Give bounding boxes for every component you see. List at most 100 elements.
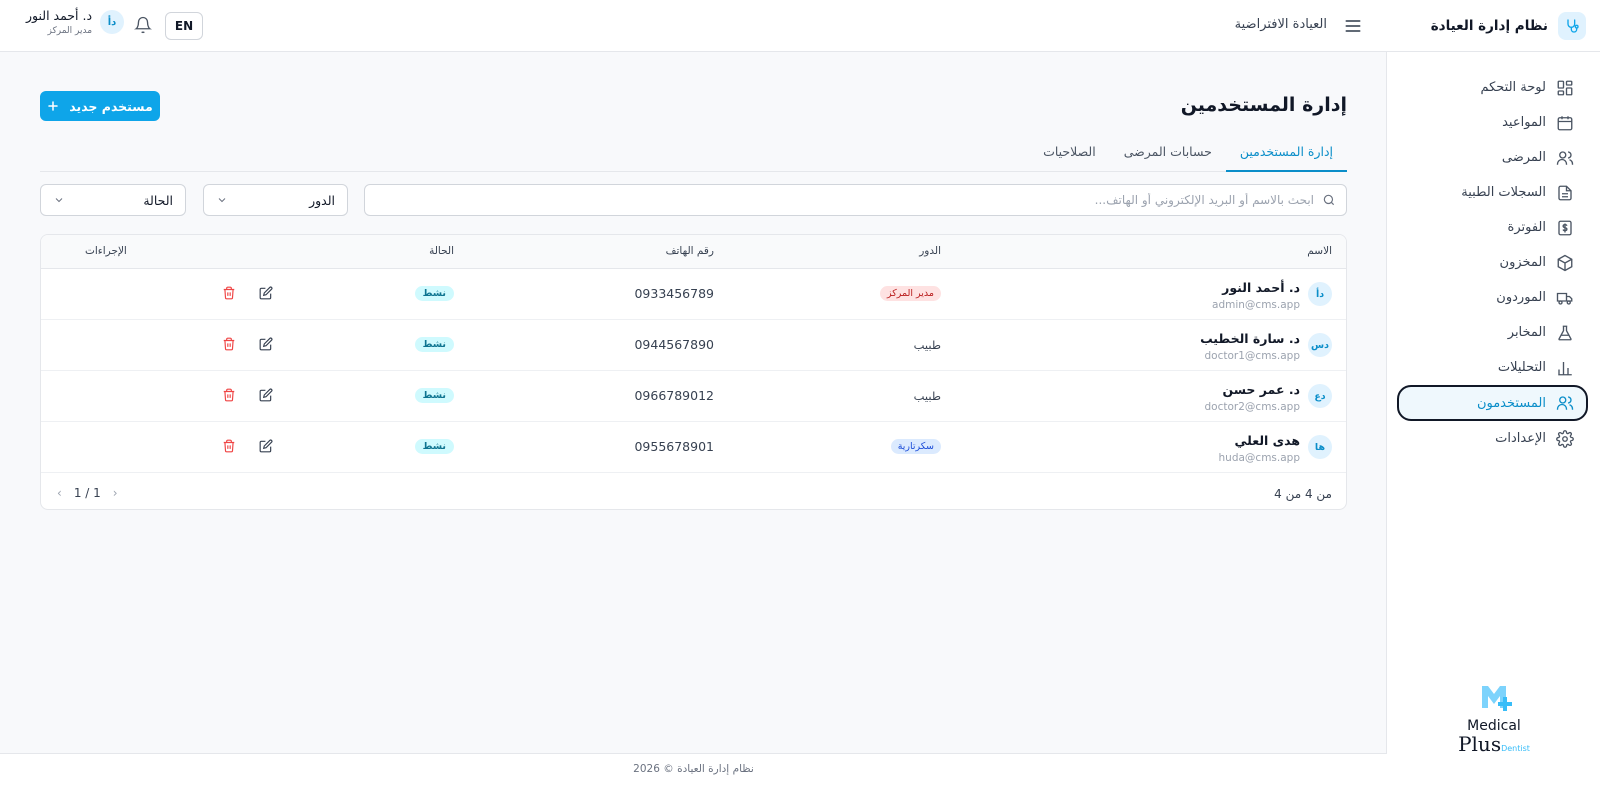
tab-patient-accounts[interactable]: حسابات المرضى: [1110, 132, 1226, 172]
dollar-icon: [1556, 219, 1574, 237]
stethoscope-icon: [1558, 11, 1586, 40]
status-badge: نشط: [414, 337, 454, 352]
topbar: العيادة الافتراضية EN دأ د. أحمد النور م…: [0, 0, 1387, 52]
sidebar-item-label: لوحة التحكم: [1480, 80, 1546, 95]
sidebar-item-suppliers[interactable]: الموردون: [1397, 280, 1588, 315]
sidebar-item-label: المخزون: [1499, 255, 1546, 270]
user-email: admin@cms.app: [1212, 299, 1300, 311]
new-user-label: مستخدم جديد: [69, 98, 153, 114]
edit-icon[interactable]: [259, 439, 273, 453]
user-name: د. أحمد النور: [26, 8, 93, 23]
menu-icon[interactable]: [1343, 16, 1363, 36]
user-name: د. سارة الخطيب: [1200, 331, 1300, 346]
table-row: ها هدى العلي huda@cms.app سكرتارية 09556…: [41, 422, 1346, 473]
trash-icon[interactable]: [222, 439, 236, 453]
role-text: طبيب: [913, 389, 941, 403]
user-menu[interactable]: دأ د. أحمد النور مدير المركز: [26, 8, 125, 36]
truck-icon: [1556, 289, 1574, 307]
sidebar-item-patients[interactable]: المرضى: [1397, 140, 1588, 175]
avatar: ها: [1308, 435, 1332, 459]
sidebar-item-label: الموردون: [1496, 290, 1546, 305]
file-icon: [1556, 184, 1574, 202]
status-badge: نشط: [414, 388, 454, 403]
page-indicator: 1 / 1: [73, 486, 101, 500]
column-actions: الإجراءات: [85, 245, 127, 257]
pagination: ‹ 1 / 1 ›: [57, 486, 118, 500]
medical-plus-logo: Medical PlusDentist: [1454, 678, 1534, 755]
user-email: doctor2@cms.app: [1204, 401, 1300, 413]
status-filter-select[interactable]: الحالة: [40, 184, 186, 216]
sidebar-item-dashboard[interactable]: لوحة التحكم: [1397, 70, 1588, 105]
page-footer: نظام إدارة العيادة © 2026: [0, 753, 1387, 785]
dashboard-icon: [1556, 79, 1574, 97]
column-phone: رقم الهاتف: [665, 245, 714, 257]
tooth-logo-icon: [1482, 686, 1512, 711]
sidebar-nav: لوحة التحكم المواعيد المرضى السجلات الطب…: [1387, 52, 1600, 456]
calendar-icon: [1556, 114, 1574, 132]
main-content: إدارة المستخدمين مستخدم جديد إدارة المست…: [0, 52, 1387, 753]
sidebar-item-label: السجلات الطبية: [1461, 185, 1546, 200]
sidebar-item-labs[interactable]: المخابر: [1397, 315, 1588, 350]
filters-bar: الدور الحالة: [40, 184, 1347, 216]
bar-chart-icon: [1556, 359, 1574, 377]
search-icon: [1322, 193, 1336, 207]
sidebar-item-label: التحليلات: [1497, 360, 1546, 375]
user-name: هدى العلي: [1234, 433, 1300, 448]
column-status: الحالة: [429, 245, 454, 257]
trash-icon[interactable]: [222, 337, 236, 351]
search-input[interactable]: [414, 193, 1314, 207]
sidebar-item-medical-records[interactable]: السجلات الطبية: [1397, 175, 1588, 210]
edit-icon[interactable]: [259, 388, 273, 402]
user-name: د. عمر حسن: [1222, 382, 1300, 397]
sidebar-item-billing[interactable]: الفوترة: [1397, 210, 1588, 245]
avatar: دأ: [1308, 282, 1332, 306]
logo-word-plus: Plus: [1458, 732, 1502, 756]
tab-user-management[interactable]: إدارة المستخدمين: [1225, 132, 1347, 172]
table-row: دع د. عمر حسن doctor2@cms.app طبيب 09667…: [41, 371, 1346, 422]
gear-icon: [1556, 429, 1574, 448]
user-name: د. أحمد النور: [1222, 280, 1300, 295]
users-icon: [1556, 394, 1574, 412]
user-email: doctor1@cms.app: [1204, 350, 1300, 362]
status-filter-value: الحالة: [143, 192, 173, 208]
trash-icon[interactable]: [222, 286, 236, 300]
sidebar-item-label: المستخدمون: [1476, 395, 1546, 411]
role-filter-select[interactable]: الدور: [203, 184, 348, 216]
chevron-down-icon: [216, 194, 228, 206]
user-phone: 0966789012: [634, 388, 714, 403]
sidebar-brand[interactable]: نظام إدارة العيادة: [1387, 0, 1600, 52]
sidebar-item-analytics[interactable]: التحليلات: [1397, 350, 1588, 385]
sidebar-item-label: المخابر: [1507, 325, 1546, 340]
tab-permissions[interactable]: الصلاحيات: [1029, 132, 1110, 172]
results-count: من 4 من 4: [1274, 487, 1332, 501]
sidebar-item-settings[interactable]: الإعدادات: [1397, 421, 1588, 456]
user-role: مدير المركز: [47, 26, 93, 36]
sidebar-item-appointments[interactable]: المواعيد: [1397, 105, 1588, 140]
chevron-left-icon[interactable]: ‹: [57, 486, 62, 500]
chevron-down-icon: [53, 194, 65, 206]
sidebar-item-users[interactable]: المستخدمون: [1397, 385, 1588, 421]
table-row: دس د. سارة الخطيب doctor1@cms.app طبيب 0…: [41, 320, 1346, 371]
user-phone: 0944567890: [634, 337, 714, 352]
bell-icon[interactable]: [134, 16, 152, 34]
language-toggle-button[interactable]: EN: [165, 12, 203, 40]
sidebar-item-label: المواعيد: [1502, 115, 1546, 130]
table-header: الاسم الدور رقم الهاتف الحالة الإجراءات: [41, 235, 1346, 269]
trash-icon[interactable]: [222, 388, 236, 402]
role-badge: مدير المركز: [879, 286, 941, 301]
edit-icon[interactable]: [259, 337, 273, 351]
clinic-selector[interactable]: العيادة الافتراضية: [1235, 17, 1327, 32]
user-phone: 0955678901: [634, 439, 714, 454]
sidebar-item-label: الفوترة: [1507, 220, 1546, 235]
sidebar-item-label: الإعدادات: [1495, 431, 1546, 446]
app-title: نظام إدارة العيادة: [1430, 17, 1548, 34]
edit-icon[interactable]: [259, 286, 273, 300]
status-badge: نشط: [414, 286, 454, 301]
chevron-right-icon[interactable]: ›: [113, 486, 118, 500]
new-user-button[interactable]: مستخدم جديد: [40, 91, 160, 121]
table-row: دأ د. أحمد النور admin@cms.app مدير المر…: [41, 269, 1346, 320]
page-title: إدارة المستخدمين: [1180, 94, 1347, 116]
sidebar-item-inventory[interactable]: المخزون: [1397, 245, 1588, 280]
role-badge: سكرتارية: [890, 439, 941, 454]
avatar: دس: [1308, 333, 1332, 357]
